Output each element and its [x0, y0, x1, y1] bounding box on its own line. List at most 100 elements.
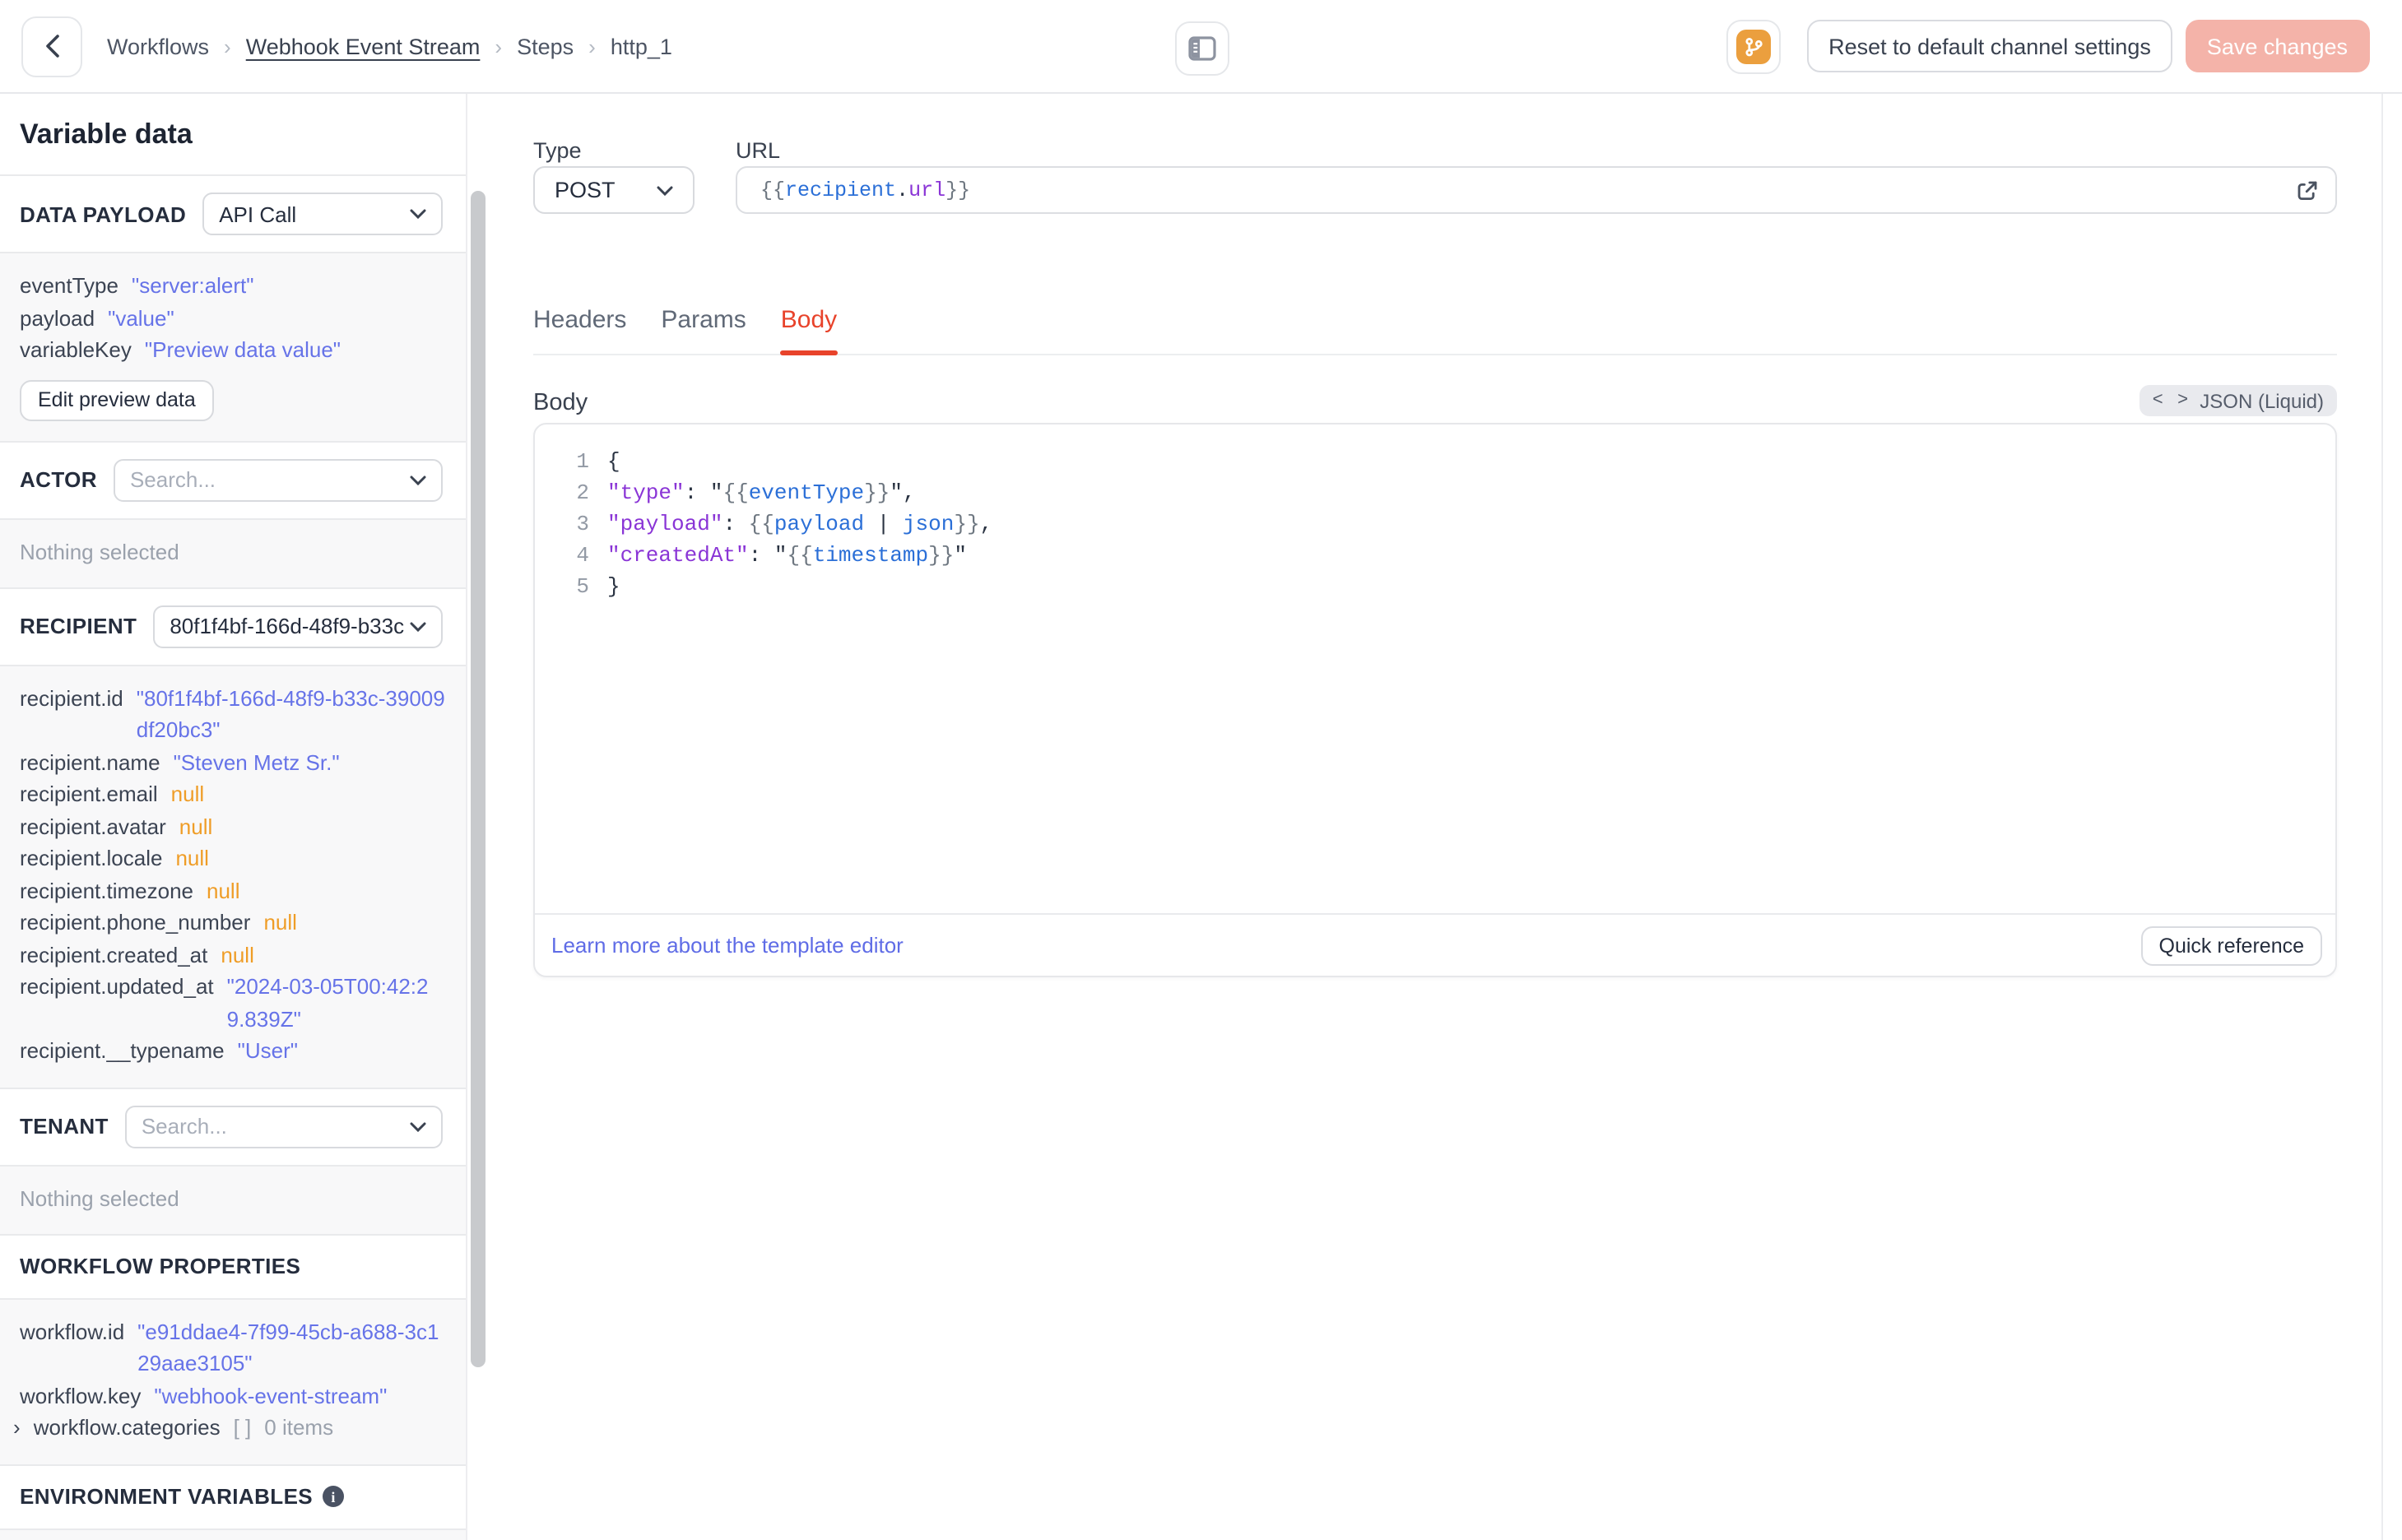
breadcrumb-item[interactable]: Webhook Event Stream [246, 34, 481, 58]
kv-row: payload "value" [20, 302, 446, 334]
request-editor-panel: Type POST URL {{recipient.url}} Headers … [489, 94, 2402, 1540]
breadcrumb-separator: › [588, 34, 596, 58]
sidebar-title: Variable data [20, 118, 193, 150]
app-window: Workflows › Webhook Event Stream › Steps › htt… [0, 0, 2402, 1540]
tab-headers[interactable]: Headers [533, 306, 626, 354]
language-badge-text: JSON (Liquid) [2200, 389, 2324, 412]
code-text: { [607, 446, 620, 477]
sidebar-scrollbar[interactable] [471, 191, 486, 1367]
code-editor[interactable]: 1{2 "type": "{{eventType}}", 3 "payload": {… [535, 424, 2335, 913]
environment-variables-kv-group: vars.app_url"http://localhost:3000"vars.… [0, 1529, 466, 1540]
kv-value: "value" [108, 305, 174, 330]
kv-row: › workflow.categories [ ] 0 items [13, 1412, 446, 1444]
body-section-label: Body [533, 390, 588, 416]
code-token: , [979, 512, 993, 536]
tenant-label: TENANT [20, 1114, 109, 1139]
edit-preview-data-button[interactable]: Edit preview data [20, 379, 214, 420]
kv-row: workflow.key "webhook-event-stream" [20, 1380, 446, 1412]
recipient-select[interactable]: 80f1f4bf-166d-48f9-b33c [153, 605, 443, 647]
type-label: Type [533, 138, 582, 163]
kv-value: null [207, 878, 240, 902]
back-button[interactable] [21, 16, 82, 77]
breadcrumb-item[interactable]: Workflows [107, 34, 209, 58]
panel-layout-icon [1188, 36, 1216, 61]
template-editor-docs-link[interactable]: Learn more about the template editor [551, 933, 904, 958]
quick-reference-button[interactable]: Quick reference [2140, 925, 2322, 965]
code-token: url [908, 179, 946, 202]
kv-value: null [170, 782, 205, 806]
http-method-select[interactable]: POST [533, 166, 695, 214]
line-number: 3 [576, 512, 589, 536]
expand-chevron-icon[interactable]: › [13, 1412, 21, 1444]
kv-value: "80f1f4bf-166d-48f9-b33c-39009df20bc3" [136, 685, 445, 742]
language-badge[interactable]: < > JSON (Liquid) [2139, 385, 2337, 416]
tenant-row: TENANT Search... [0, 1088, 466, 1164]
tab-params[interactable]: Params [661, 306, 746, 354]
reset-channel-settings-button[interactable]: Reset to default channel settings [1807, 20, 2172, 72]
code-line: 4 "createdAt": "{{timestamp}}" [535, 540, 2335, 571]
chevron-down-icon [410, 621, 426, 631]
kv-key: workflow.categories [33, 1415, 221, 1440]
line-number: 2 [576, 480, 589, 505]
actor-empty-text: Nothing selected [20, 539, 179, 564]
tenant-search-select[interactable]: Search... [124, 1105, 443, 1148]
breadcrumb-separator: › [224, 34, 231, 58]
sidebar-toggle-button[interactable] [1175, 21, 1229, 76]
kv-key: recipient.timezone [20, 878, 193, 902]
code-token: , [902, 480, 916, 505]
breadcrumb-separator: › [495, 34, 503, 58]
code-token: }} [954, 512, 980, 536]
chevron-down-icon [410, 475, 426, 485]
code-token: {{ [787, 543, 813, 568]
code-token: {{ [760, 179, 786, 202]
info-icon[interactable]: i [323, 1486, 345, 1507]
request-tabs: Headers Params Body [533, 306, 2337, 355]
data-payload-select[interactable]: API Call [202, 192, 443, 235]
external-link-icon[interactable] [2296, 179, 2319, 202]
data-payload-selected-value: API Call [219, 202, 297, 226]
kv-value: "User" [237, 1038, 298, 1063]
kv-row: recipient.locale null [20, 842, 446, 874]
tab-body[interactable]: Body [780, 306, 838, 355]
kv-key: recipient.name [20, 749, 160, 774]
kv-count: 0 items [264, 1415, 334, 1440]
code-token: payload [774, 512, 865, 536]
kv-key: workflow.key [20, 1383, 142, 1408]
url-label: URL [736, 138, 781, 163]
kv-value: "e91ddae4-7f99-45cb-a688-3c129aae3105" [137, 1319, 439, 1375]
code-token: : [748, 543, 774, 568]
environment-variables-heading-text: ENVIRONMENT VARIABLES [20, 1484, 314, 1509]
code-token: . [896, 179, 909, 202]
http-method-value: POST [555, 178, 616, 202]
code-token: "createdAt" [607, 543, 749, 568]
kv-value: null [263, 910, 297, 935]
code-token: eventType [748, 480, 865, 505]
kv-key: eventType [20, 273, 118, 298]
actor-search-select[interactable]: Search... [113, 458, 443, 501]
workflow-kv-group: workflow.id "e91ddae4-7f99-45cb-a688-3c12… [0, 1299, 466, 1463]
code-token: : [722, 512, 749, 536]
main-scroll-gutter [2381, 94, 2402, 1540]
code-token: | [864, 512, 903, 536]
code-token: "type" [607, 480, 685, 505]
code-token: }} [945, 179, 971, 202]
kv-key: recipient.__typename [20, 1038, 225, 1063]
code-line: 1{ [535, 446, 2335, 477]
recipient-label: RECIPIENT [20, 614, 137, 638]
url-input[interactable]: {{recipient.url}} [736, 166, 2337, 214]
kv-key: payload [20, 305, 95, 330]
recipient-kv-group: recipient.id "80f1f4bf-166d-48f9-b33c-390… [0, 666, 466, 1087]
line-number: 5 [576, 574, 589, 599]
body-template-editor: 1{2 "type": "{{eventType}}", 3 "payload": {… [533, 423, 2337, 977]
tenant-search-placeholder: Search... [141, 1114, 227, 1139]
tenant-empty-text: Nothing selected [20, 1185, 179, 1210]
code-token: "payload" [607, 512, 723, 536]
save-changes-button[interactable]: Save changes [2185, 20, 2369, 72]
chevron-down-icon [410, 209, 426, 219]
code-line: 3 "payload": {{payload | json}}, [535, 508, 2335, 540]
code-token: " [709, 480, 723, 505]
commit-changes-button[interactable] [1726, 19, 1782, 73]
recipient-selected-value: 80f1f4bf-166d-48f9-b33c [170, 614, 405, 638]
variable-data-sidebar: Variable data DATA PAYLOAD API Call even… [0, 94, 490, 1540]
kv-row: recipient.created_at null [20, 939, 446, 971]
